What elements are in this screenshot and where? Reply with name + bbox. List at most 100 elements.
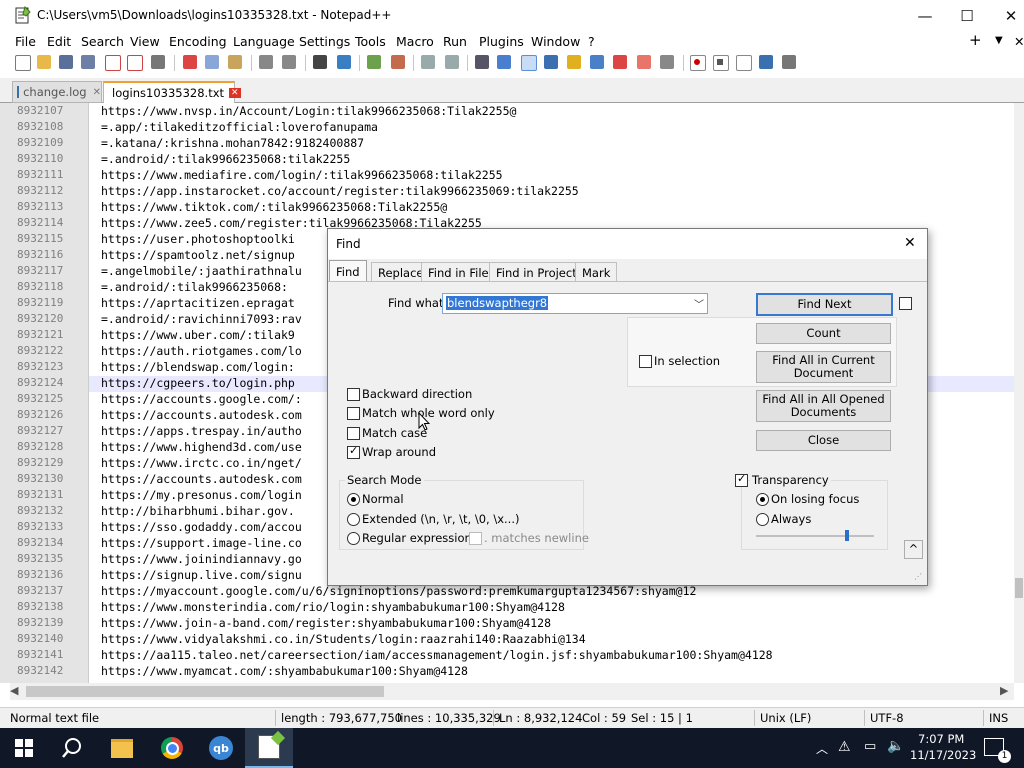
code-line[interactable]: https://www.nvsp.in/Account/Login:tilak9… bbox=[101, 104, 516, 118]
code-line[interactable]: https://spamtoolz.net/signup bbox=[101, 248, 295, 262]
find-what-combobox[interactable]: blendswapthegr8 ﹀ bbox=[442, 293, 708, 314]
find-next-extra-checkbox[interactable] bbox=[899, 297, 912, 310]
horizontal-scrollbar[interactable]: ◀ ▶ bbox=[10, 683, 1014, 700]
undo-icon[interactable] bbox=[259, 55, 273, 69]
code-line[interactable]: =.angelmobile/:jaathirathnalu bbox=[101, 264, 302, 278]
file-explorer-button[interactable] bbox=[98, 728, 146, 768]
cut-icon[interactable] bbox=[183, 55, 197, 69]
show-hidden-icons-icon[interactable]: ︿ bbox=[816, 740, 828, 757]
dialog-close-button[interactable]: ✕ bbox=[904, 235, 916, 251]
qbittorrent-button[interactable]: qb bbox=[197, 728, 245, 768]
find-icon[interactable] bbox=[313, 55, 327, 69]
menu-encoding[interactable]: Encoding bbox=[169, 34, 227, 49]
code-line[interactable]: https://support.image-line.co bbox=[101, 536, 302, 550]
normal-radio[interactable] bbox=[347, 493, 360, 506]
extended-radio[interactable] bbox=[347, 513, 360, 526]
code-line[interactable]: https://accounts.google.com/: bbox=[101, 392, 302, 406]
on-losing-focus-radio[interactable] bbox=[756, 493, 769, 506]
add-tab-button[interactable]: + bbox=[969, 31, 982, 49]
count-button[interactable]: Count bbox=[756, 323, 891, 344]
code-line[interactable]: https://accounts.autodesk.com bbox=[101, 472, 302, 486]
replace-icon[interactable] bbox=[337, 55, 351, 69]
close-tab-button[interactable]: ✕ bbox=[1014, 34, 1024, 49]
menu-settings[interactable]: Settings bbox=[299, 34, 350, 49]
function-list-icon[interactable] bbox=[590, 55, 604, 69]
view-icon[interactable] bbox=[660, 55, 674, 69]
code-line[interactable]: https://www.monsterindia.com/rio/login:s… bbox=[101, 600, 565, 614]
code-line[interactable]: https://signup.live.com/signu bbox=[101, 568, 302, 582]
notification-center-icon[interactable]: 1 bbox=[984, 738, 1011, 763]
menu-language[interactable]: Language bbox=[233, 34, 295, 49]
scroll-thumb[interactable] bbox=[26, 686, 384, 697]
zoom-out-icon[interactable] bbox=[391, 55, 405, 69]
transparency-slider[interactable] bbox=[756, 530, 874, 541]
search-button[interactable] bbox=[48, 728, 96, 768]
collapse-button[interactable]: ^ bbox=[904, 540, 923, 559]
menu-view[interactable]: View bbox=[130, 34, 160, 49]
start-button[interactable] bbox=[0, 728, 48, 768]
find-next-button[interactable]: Find Next bbox=[756, 293, 893, 316]
menu-edit[interactable]: Edit bbox=[47, 34, 71, 49]
tab-change-log[interactable]: change.log ✕ bbox=[12, 81, 102, 103]
notepadpp-taskbar-button[interactable] bbox=[245, 728, 293, 768]
new-file-icon[interactable] bbox=[15, 55, 31, 71]
code-line[interactable]: https://sso.godaddy.com/accou bbox=[101, 520, 302, 534]
code-line[interactable]: =.android/:tilak9966235068:tilak2255 bbox=[101, 152, 350, 166]
code-line[interactable]: https://my.presonus.com/login bbox=[101, 488, 302, 502]
find-all-opened-button[interactable]: Find All in All Opened Documents bbox=[756, 390, 891, 422]
code-line[interactable]: https://myaccount.google.com/u/6/signino… bbox=[101, 584, 696, 598]
save-all-icon[interactable] bbox=[81, 55, 95, 69]
close-window-button[interactable]: ✕ bbox=[988, 0, 1024, 31]
slider-thumb[interactable] bbox=[845, 530, 849, 541]
in-selection-checkbox[interactable] bbox=[639, 355, 652, 368]
code-line[interactable]: https://apps.trespay.in/autho bbox=[101, 424, 302, 438]
code-line[interactable]: =.app/:tilakeditzofficial:loverofanupama bbox=[101, 120, 378, 134]
code-line[interactable]: https://www.mediafire.com/login/:tilak99… bbox=[101, 168, 503, 182]
code-line[interactable]: =.katana/:krishna.mohan7842:9182400887 bbox=[101, 136, 364, 150]
show-all-chars-icon[interactable] bbox=[497, 55, 511, 69]
run-macro-multiple-icon[interactable] bbox=[759, 55, 773, 69]
code-line[interactable]: https://auth.riotgames.com/lo bbox=[101, 344, 302, 358]
close-icon[interactable]: ✕ bbox=[229, 88, 241, 98]
close-all-icon[interactable] bbox=[127, 55, 143, 71]
code-line[interactable]: https://user.photoshoptoolki bbox=[101, 232, 295, 246]
save-icon[interactable] bbox=[59, 55, 73, 69]
match-case-checkbox[interactable] bbox=[347, 427, 360, 440]
menu-plugins[interactable]: Plugins bbox=[479, 34, 524, 49]
chrome-button[interactable] bbox=[148, 728, 196, 768]
menu-help[interactable]: ? bbox=[588, 34, 595, 49]
scroll-thumb[interactable] bbox=[1015, 578, 1023, 598]
regex-radio[interactable] bbox=[347, 532, 360, 545]
tab-list-dropdown[interactable]: ▼ bbox=[995, 35, 1003, 46]
monitoring-icon[interactable] bbox=[637, 55, 651, 69]
folder-workspace-icon[interactable] bbox=[613, 55, 627, 69]
sync-vertical-icon[interactable] bbox=[421, 55, 435, 69]
save-macro-icon[interactable] bbox=[782, 55, 796, 69]
doc-map-icon[interactable] bbox=[567, 55, 581, 69]
close-file-icon[interactable] bbox=[105, 55, 121, 71]
code-line[interactable]: https://www.uber.com/:tilak9 bbox=[101, 328, 295, 342]
code-line[interactable]: https://www.irctc.co.in/nget/ bbox=[101, 456, 302, 470]
maximize-button[interactable]: ☐ bbox=[944, 0, 990, 31]
code-line[interactable]: https://www.myamcat.com/:shyambabukumar1… bbox=[101, 664, 468, 678]
volume-muted-icon[interactable]: 🔈 bbox=[887, 738, 904, 754]
wrap-around-checkbox[interactable]: ✓ bbox=[347, 444, 360, 459]
record-macro-icon[interactable] bbox=[690, 55, 706, 71]
close-button[interactable]: Close bbox=[756, 430, 891, 451]
code-line[interactable]: https://aprtacitizen.epragat bbox=[101, 296, 295, 310]
copy-icon[interactable] bbox=[205, 55, 219, 69]
scroll-right-icon[interactable]: ▶ bbox=[1000, 684, 1008, 697]
code-line[interactable]: https://www.joinindiannavy.go bbox=[101, 552, 302, 566]
menu-run[interactable]: Run bbox=[443, 34, 467, 49]
tab-logins[interactable]: logins10335328.txt ✕ bbox=[103, 81, 241, 104]
code-line[interactable]: https://www.highend3d.com/use bbox=[101, 440, 302, 454]
indent-guide-icon[interactable] bbox=[521, 55, 537, 71]
play-macro-icon[interactable] bbox=[736, 55, 752, 71]
tab-mark[interactable]: Mark bbox=[575, 262, 618, 282]
stop-macro-icon[interactable] bbox=[713, 55, 729, 71]
clock-date[interactable]: 11/17/2023 bbox=[910, 748, 976, 762]
vertical-scrollbar[interactable] bbox=[1014, 103, 1024, 683]
code-line[interactable]: http://biharbhumi.bihar.gov. bbox=[101, 504, 295, 518]
backward-direction-checkbox[interactable] bbox=[347, 388, 360, 401]
code-line[interactable]: https://cgpeers.to/login.php bbox=[101, 376, 295, 390]
